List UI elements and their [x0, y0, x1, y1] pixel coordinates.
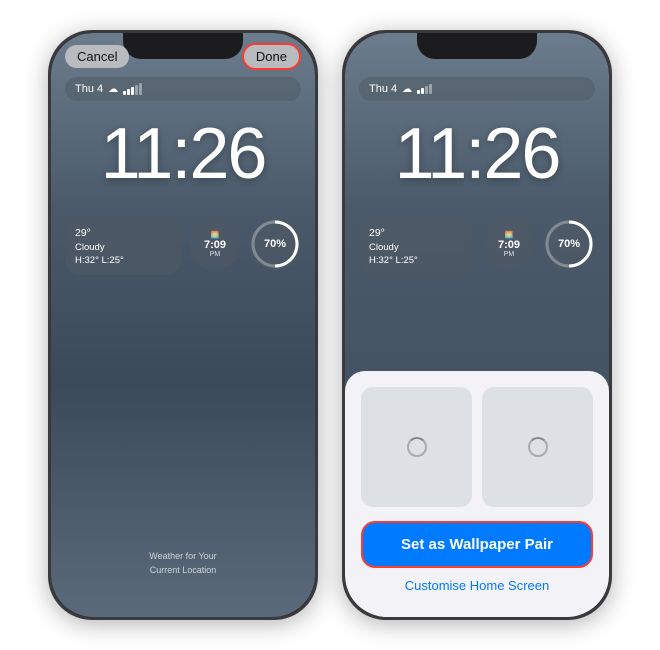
humidity-widget-left: 70%	[249, 218, 301, 270]
set-wallpaper-button[interactable]: Set as Wallpaper Pair	[361, 521, 593, 568]
humidity-widget-right: 70%	[543, 218, 595, 270]
right-phone: Thu 4 ☁ 11:26 29° Cloudy	[342, 30, 612, 620]
thumb-loader-right	[528, 437, 548, 457]
notch-right	[417, 33, 537, 59]
bar4r	[429, 84, 432, 94]
status-widget-right: Thu 4 ☁	[359, 77, 595, 101]
date-text-right: Thu 4	[369, 83, 397, 95]
date-text-left: Thu 4	[75, 83, 103, 95]
location-line2: Current Location	[51, 564, 315, 578]
cloud-icon-left: ☁	[108, 84, 118, 95]
big-time-right: 11:26	[345, 113, 609, 195]
sunset-pm-left: PM	[210, 251, 221, 258]
location-line1: Weather for Your	[51, 550, 315, 564]
weather-hl-right: H:32° L:25°	[369, 254, 465, 267]
date-row-right: Thu 4 ☁	[369, 83, 432, 95]
bar3	[131, 87, 134, 95]
weather-widget-right: 29° Cloudy H:32° L:25°	[359, 218, 475, 275]
sunset-icon-left: 🌅	[211, 231, 220, 239]
customise-link[interactable]: Customise Home Screen	[361, 578, 593, 593]
popup-thumbnails	[361, 387, 593, 507]
date-row-left: Thu 4 ☁	[75, 83, 142, 95]
sunset-widget-right: 🌅 7:09 PM	[483, 218, 535, 270]
top-controls-left: Cancel Done	[51, 43, 315, 70]
thumb-loader-left	[407, 437, 427, 457]
weather-hl-left: H:32° L:25°	[75, 254, 171, 267]
sunset-time-left: 7:09	[204, 239, 226, 251]
weather-widget-left: 29° Cloudy H:32° L:25°	[65, 218, 181, 275]
sunset-time-right: 7:09	[498, 239, 520, 251]
right-screen: Thu 4 ☁ 11:26 29° Cloudy	[345, 33, 609, 617]
popup-panel: Set as Wallpaper Pair Customise Home Scr…	[345, 371, 609, 617]
widgets-row-left: 29° Cloudy H:32° L:25° 🌅 7:09 PM 70%	[65, 218, 301, 275]
thumb-card-left	[361, 387, 472, 507]
temp-left: 29°	[75, 226, 171, 241]
bar1	[123, 91, 126, 95]
done-button[interactable]: Done	[242, 43, 301, 70]
sunset-widget-left: 🌅 7:09 PM	[189, 218, 241, 270]
bar3r	[425, 86, 428, 94]
humidity-pct-left: 70%	[264, 238, 286, 250]
left-screen: Cancel Done Thu 4 ☁ 11:2	[51, 33, 315, 617]
signal-bars-left	[123, 83, 142, 95]
sunset-icon-right: 🌅	[505, 231, 514, 239]
cloud-icon-right: ☁	[402, 84, 412, 95]
bar4	[135, 85, 138, 95]
bar1r	[417, 90, 420, 94]
temp-right: 29°	[369, 226, 465, 241]
cancel-button[interactable]: Cancel	[65, 45, 129, 68]
bar2	[127, 89, 130, 95]
sunset-pm-right: PM	[504, 251, 515, 258]
bar5	[139, 83, 142, 95]
widgets-row-right: 29° Cloudy H:32° L:25° 🌅 7:09 PM 70%	[359, 218, 595, 275]
bar2r	[421, 88, 424, 94]
thumb-card-right	[482, 387, 593, 507]
weather-desc-left: Cloudy	[75, 241, 171, 254]
status-widget-left: Thu 4 ☁	[65, 77, 301, 101]
big-time-left: 11:26	[51, 113, 315, 195]
left-phone: Cancel Done Thu 4 ☁ 11:2	[48, 30, 318, 620]
weather-desc-right: Cloudy	[369, 241, 465, 254]
phones-container: Cancel Done Thu 4 ☁ 11:2	[28, 10, 632, 640]
humidity-pct-right: 70%	[558, 238, 580, 250]
location-text-left: Weather for Your Current Location	[51, 550, 315, 577]
signal-bars-right	[417, 84, 432, 94]
